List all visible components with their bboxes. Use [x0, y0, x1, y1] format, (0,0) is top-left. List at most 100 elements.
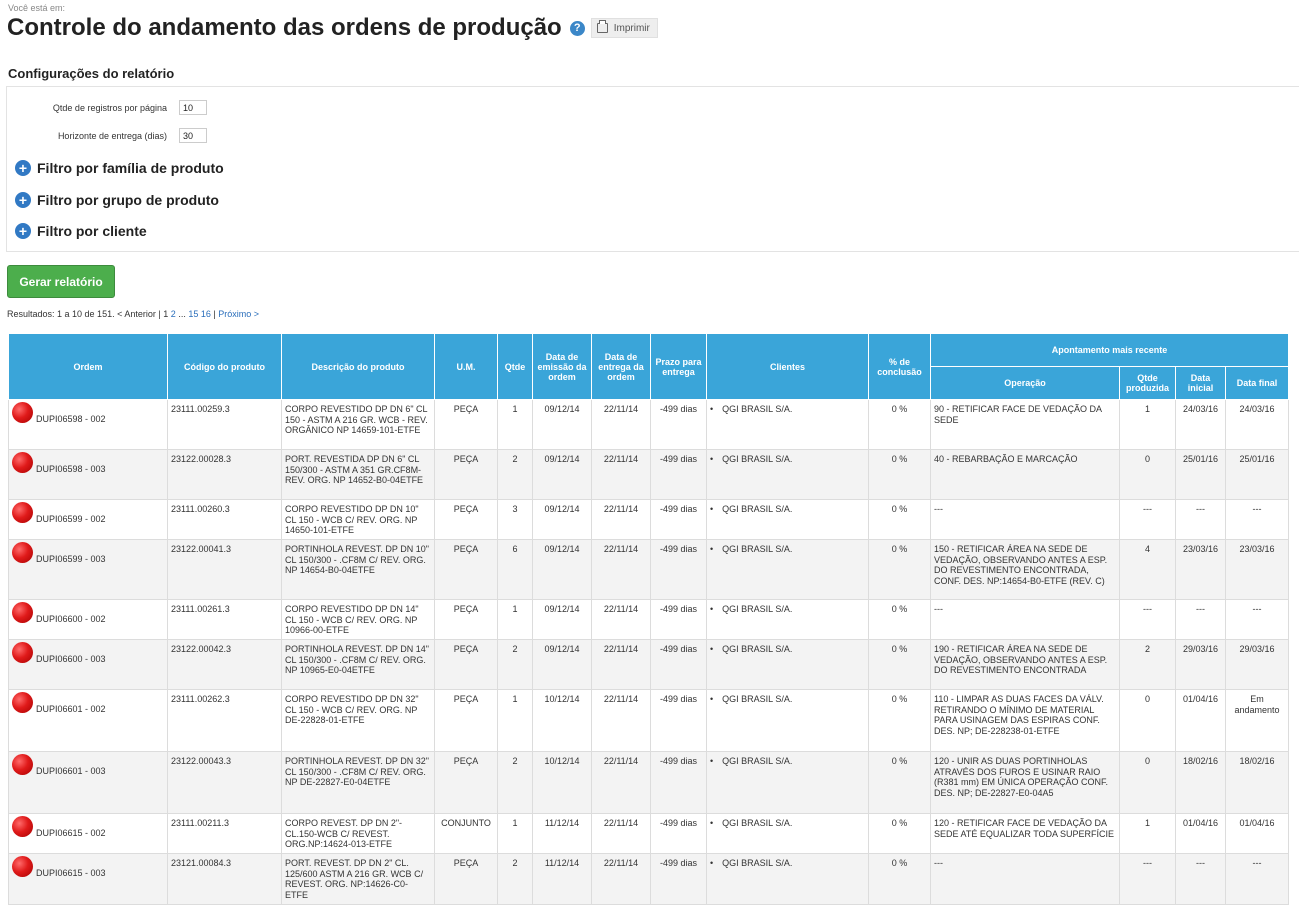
generate-report-button[interactable]: Gerar relatório — [7, 265, 115, 298]
cell-qtde: 2 — [497, 853, 533, 905]
table-row[interactable]: DUPI06598 - 003 23122.00028.3 PORT. REVEST… — [8, 449, 1290, 500]
cell-qtde-produzida: 1 — [1119, 399, 1176, 450]
header-emissao[interactable]: Data de emissão da ordem — [532, 333, 592, 400]
header-data-inicial[interactable]: Data inicial — [1175, 366, 1226, 400]
page-16-link[interactable]: 16 — [201, 309, 211, 319]
status-red-icon — [12, 402, 33, 423]
order-number: DUPI06600 - 003 — [36, 654, 106, 664]
table-row[interactable]: DUPI06599 - 003 23122.00041.3 PORTINHOLA R… — [8, 539, 1290, 600]
order-number: DUPI06598 - 003 — [36, 464, 106, 474]
cell-entrega: 22/11/14 — [591, 539, 651, 600]
table-row[interactable]: DUPI06601 - 002 23111.00262.3 CORPO REVEST… — [8, 689, 1290, 752]
cell-data-inicial: --- — [1175, 499, 1226, 540]
cell-um: PEÇA — [434, 599, 498, 640]
next-page-link[interactable]: Próximo > — [218, 309, 259, 319]
cell-descricao: CORPO REVESTIDO DP DN 6" CL 150 - ASTM A… — [281, 399, 435, 450]
cell-qtde: 2 — [497, 639, 533, 690]
cell-prazo: -499 dias — [650, 751, 707, 814]
header-ordem[interactable]: Ordem — [8, 333, 168, 400]
delivery-horizon-input[interactable] — [179, 128, 207, 143]
cell-cliente: QGI BRASIL S/A. — [706, 689, 869, 752]
cell-data-final: --- — [1224, 853, 1290, 905]
table-row[interactable]: DUPI06600 - 003 23122.00042.3 PORTINHOLA R… — [8, 639, 1290, 690]
records-per-page-input[interactable] — [179, 100, 207, 115]
cell-qtde-produzida: 0 — [1119, 689, 1176, 752]
cell-emissao: 10/12/14 — [532, 689, 592, 752]
cell-conclusao: 0 % — [868, 751, 931, 814]
header-entrega[interactable]: Data de entrega da ordem — [591, 333, 651, 400]
status-red-icon — [12, 754, 33, 775]
table-row[interactable]: DUPI06615 - 003 23121.00084.3 PORT. REVEST… — [8, 853, 1290, 905]
filter-product-family[interactable]: + Filtro por família de produto — [15, 160, 224, 176]
header-codigo[interactable]: Código do produto — [167, 333, 282, 400]
cell-operacao: 150 - RETIFICAR ÁREA NA SEDE DE VEDAÇÃO,… — [930, 539, 1120, 600]
print-button[interactable]: Imprimir — [590, 18, 658, 38]
help-icon[interactable]: ? — [569, 20, 585, 36]
filter-client[interactable]: + Filtro por cliente — [15, 223, 147, 239]
header-qtde-produzida[interactable]: Qtde produzida — [1119, 366, 1176, 400]
cell-entrega: 22/11/14 — [591, 853, 651, 905]
page-title: Controle do andamento das ordens de prod… — [7, 14, 562, 41]
header-data-final[interactable]: Data final — [1224, 366, 1290, 400]
page-2-link[interactable]: 2 — [171, 309, 176, 319]
prev-page-link[interactable]: < Anterior — [117, 309, 156, 319]
cell-operacao: 120 - UNIR AS DUAS PORTINHOLAS ATRAVÉS D… — [930, 751, 1120, 814]
status-red-icon — [12, 856, 33, 877]
cell-qtde-produzida: --- — [1119, 499, 1176, 540]
header-clientes[interactable]: Clientes — [706, 333, 869, 400]
cell-data-final: 01/04/16 — [1224, 813, 1290, 854]
cell-um: PEÇA — [434, 449, 498, 500]
cell-um: PEÇA — [434, 499, 498, 540]
cell-ordem: DUPI06615 - 003 — [8, 853, 168, 905]
page-15-link[interactable]: 15 — [188, 309, 198, 319]
plus-icon: + — [15, 160, 31, 176]
cell-um: PEÇA — [434, 539, 498, 600]
cell-prazo: -499 dias — [650, 853, 707, 905]
cell-qtde-produzida: 0 — [1119, 449, 1176, 500]
cell-conclusao: 0 % — [868, 853, 931, 905]
cell-ordem: DUPI06599 - 003 — [8, 539, 168, 600]
delivery-horizon-label: Horizonte de entrega (dias) — [57, 130, 167, 141]
client-name: QGI BRASIL S/A. — [710, 756, 792, 766]
table-row[interactable]: DUPI06599 - 002 23111.00260.3 CORPO REVEST… — [8, 499, 1290, 540]
cell-emissao: 11/12/14 — [532, 813, 592, 854]
cell-data-final: 24/03/16 — [1224, 399, 1290, 450]
table-row[interactable]: DUPI06615 - 002 23111.00211.3 CORPO REVEST… — [8, 813, 1290, 854]
cell-entrega: 22/11/14 — [591, 813, 651, 854]
cell-qtde: 6 — [497, 539, 533, 600]
cell-ordem: DUPI06599 - 002 — [8, 499, 168, 540]
client-name: QGI BRASIL S/A. — [710, 818, 792, 828]
header-operacao[interactable]: Operação — [930, 366, 1120, 400]
cell-data-inicial: 24/03/16 — [1175, 399, 1226, 450]
cell-conclusao: 0 % — [868, 399, 931, 450]
filter-product-group[interactable]: + Filtro por grupo de produto — [15, 192, 219, 208]
table-row[interactable]: DUPI06600 - 002 23111.00261.3 CORPO REVEST… — [8, 599, 1290, 640]
pager-ellipsis: ... — [178, 309, 186, 319]
header-prazo[interactable]: Prazo para entrega — [650, 333, 707, 400]
title-row: Controle do andamento das ordens de prod… — [7, 14, 658, 42]
cell-data-final: --- — [1224, 499, 1290, 540]
cell-um: PEÇA — [434, 689, 498, 752]
cell-prazo: -499 dias — [650, 689, 707, 752]
cell-descricao: CORPO REVEST. DP DN 2"-CL.150-WCB C/ REV… — [281, 813, 435, 854]
header-qtde[interactable]: Qtde — [497, 333, 533, 400]
cell-cliente: QGI BRASIL S/A. — [706, 751, 869, 814]
table-row[interactable]: DUPI06601 - 003 23122.00043.3 PORTINHOLA R… — [8, 751, 1290, 814]
cell-qtde-produzida: 1 — [1119, 813, 1176, 854]
cell-cliente: QGI BRASIL S/A. — [706, 599, 869, 640]
filter-product-group-label: Filtro por grupo de produto — [37, 192, 219, 208]
cell-emissao: 09/12/14 — [532, 399, 592, 450]
cell-qtde-produzida: --- — [1119, 853, 1176, 905]
header-um[interactable]: U.M. — [434, 333, 498, 400]
header-descricao[interactable]: Descrição do produto — [281, 333, 435, 400]
header-conclusao[interactable]: % de conclusão — [868, 333, 931, 400]
cell-um: PEÇA — [434, 639, 498, 690]
table-row[interactable]: DUPI06598 - 002 23111.00259.3 CORPO REVEST… — [8, 399, 1290, 450]
cell-ordem: DUPI06601 - 003 — [8, 751, 168, 814]
order-number: DUPI06615 - 002 — [36, 828, 106, 838]
pager-separator: | — [158, 309, 161, 319]
order-number: DUPI06600 - 002 — [36, 614, 106, 624]
cell-um: PEÇA — [434, 399, 498, 450]
cell-emissao: 09/12/14 — [532, 599, 592, 640]
cell-operacao: 90 - RETIFICAR FACE DE VEDAÇÃO DA SEDE — [930, 399, 1120, 450]
